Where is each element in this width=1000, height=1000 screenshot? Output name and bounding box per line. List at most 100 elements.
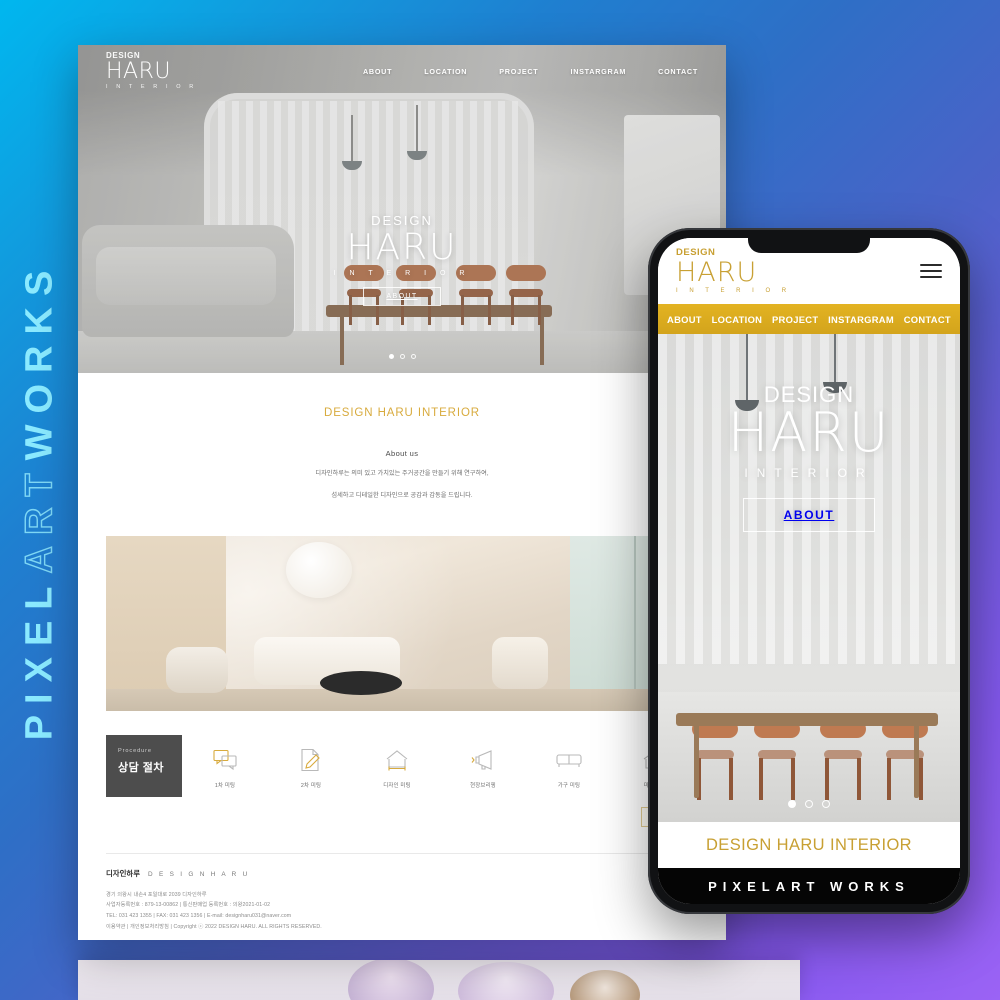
desktop-nav-links[interactable]: ABOUT LOCATION PROJECT INSTARGRAM CONTAC… [363,67,698,76]
about-showcase-image [106,535,698,711]
mobile-nav-item-instargram[interactable]: INSTARGRAM [828,314,894,325]
procedure-step-4-label: 현장브리핑 [470,782,496,789]
mobile-nav-item-location[interactable]: LOCATION [712,314,763,325]
mobile-gold-caption-text: DESIGN HARU INTERIOR [705,835,913,854]
mobile-carousel-dots[interactable] [658,800,960,808]
hero-about-button[interactable]: ABOUT [363,286,441,306]
mobile-table-leg-2 [914,724,919,798]
carousel-dot-2[interactable] [399,354,405,359]
desktop-hero-copy: DESIGN HARU I N T E R I O R ABOUT [78,213,726,306]
mobile-bottom-bar: PIXELART WORKS [658,868,960,904]
desktop-carousel-dots[interactable] [78,354,726,359]
phone-screen[interactable]: DESIGN HARU I N T E R I O R ABOUT LOCATI… [658,238,960,904]
mobile-dining-table [676,713,938,726]
mobile-navbar[interactable]: ABOUT LOCATION PROJECT INSTARGRAM CONTAC… [658,304,960,334]
desktop-about-section: DESIGN HARU INTERIOR About us 디자인하루는 의미 … [78,373,726,522]
carousel-dot-3[interactable] [410,354,416,359]
about-body-line2: 섬세하고 디테일한 디자인으로 공감과 감동을 드립니다. [331,491,473,499]
procedure-steps: 1차 미팅 2차 미팅 디자인 미팅 현장브리핑 가구 미팅 [182,735,698,797]
mobile-hero-interior: INTERIOR [744,466,874,480]
nav-item-contact[interactable]: CONTACT [658,67,698,76]
preview-object-3 [570,970,640,1000]
mobile-logo-line2: HARU [676,256,758,288]
mobile-nav-item-about[interactable]: ABOUT [667,314,702,325]
desktop-footer: 디자인하루 D E S I G N H A R U 경기 의왕시 내손4 포일대… [106,852,698,933]
showcase-paper-lantern [286,541,352,598]
hamburger-menu-icon[interactable] [920,264,942,278]
mobile-bottom-bar-text: PIXELART WORKS [708,878,910,894]
mobile-nav-item-project[interactable]: PROJECT [772,314,818,325]
about-body-line1: 디자인하루는 의미 있고 가치있는 주거공간을 만들기 위해 연구하여, [315,470,489,477]
procedure-step-2-label: 2차 미팅 [300,782,322,789]
footer-brand: 디자인하루 D E S I G N H A R U [106,868,698,879]
desktop-logo-line2: HARU [106,58,171,84]
hero-title-interior: I N T E R I O R [333,269,471,277]
speech-bubbles-icon [194,745,256,775]
showcase-armchair [166,646,228,693]
procedure-step-3-label: 디자인 미팅 [383,782,411,789]
desktop-logo-line3: I N T E R I O R [106,83,197,90]
footer-contact: TEL: 031 423 1355 | FAX: 031 423 1356 | … [106,912,292,919]
mobile-hero-copy: DESIGN HARU INTERIOR ABOUT [658,382,960,532]
desktop-logo[interactable]: DESIGN HARU I N T E R I O R [106,50,197,91]
desktop-hero-section: DESIGN HARU I N T E R I O R ABOUT LOCATI… [78,45,726,373]
secondary-page-preview[interactable] [78,960,800,1000]
mobile-carousel-dot-3[interactable] [822,800,830,808]
footer-business: 사업자등록번호 : 879-13-00862 | 통신판매업 등록번호 : 의왕… [106,902,271,909]
mobile-logo[interactable]: DESIGN HARU I N T E R I O R [676,248,791,294]
showcase-side-chair [492,636,548,689]
procedure-step-1-label: 1차 미팅 [214,782,236,789]
brand-strip-text: PIXEL ART WORKS [17,259,61,741]
procedure-step-2[interactable]: 2차 미팅 [280,745,342,797]
about-headline: DESIGN HARU INTERIOR [323,407,480,419]
hero-title-haru: HARU [346,227,458,268]
nav-item-about[interactable]: ABOUT [363,67,392,76]
preview-object-1 [348,960,434,1000]
procedure-step-1[interactable]: 1차 미팅 [194,745,256,797]
brand-strip-art: ART [17,462,61,575]
procedure-step-5-label: 가구 미팅 [557,782,581,789]
mobile-nav-item-contact[interactable]: CONTACT [904,314,951,325]
desktop-website-mockup[interactable]: DESIGN HARU I N T E R I O R ABOUT LOCATI… [78,45,726,940]
procedure-title-en: Procedure [118,747,152,754]
megaphone-icon [452,745,514,775]
mobile-hero-section: DESIGN HARU INTERIOR ABOUT [658,334,960,822]
nav-item-location[interactable]: LOCATION [424,67,467,76]
house-measure-icon [366,745,428,775]
hero-title-design: DESIGN [371,213,433,228]
preview-object-2 [458,962,554,1000]
desktop-navbar[interactable]: DESIGN HARU I N T E R I O R ABOUT LOCATI… [78,45,726,97]
procedure-title-kr: 상담 절차 [118,761,165,774]
brand-strip-works: WORKS [18,259,61,461]
document-pen-icon [280,745,342,775]
mobile-hero-haru: HARU [727,401,891,464]
mobile-phone-mockup[interactable]: DESIGN HARU I N T E R I O R ABOUT LOCATI… [648,228,970,914]
procedure-step-3[interactable]: 디자인 미팅 [366,745,428,797]
quote-button-row: ◔ 견적 의뢰 [106,806,698,827]
carousel-dot-1[interactable] [388,354,394,359]
footer-info-lines: 경기 의왕시 내손4 포일대로 2039 디자인하루 사업자등록번호 : 879… [106,890,698,933]
footer-legal: 이용약관 | 개인정보처리방침 | Copyright ⓒ 2022 DESIG… [106,923,322,930]
footer-brand-kr: 디자인하루 [106,868,140,878]
about-subhead: About us [385,449,419,458]
procedure-step-4[interactable]: 현장브리핑 [452,745,514,797]
mockup-stage: PIXEL ART WORKS DESIGN HARU I N T E R I … [0,0,1000,1000]
mobile-table-leg-1 [694,724,699,798]
nav-item-instargram[interactable]: INSTARGRAM [570,67,626,76]
showcase-coffee-table [320,670,402,695]
procedure-step-5[interactable]: 가구 미팅 [538,745,600,797]
phone-notch [748,238,870,253]
footer-brand-en: D E S I G N H A R U [148,870,250,878]
mobile-carousel-dot-1[interactable] [788,800,796,808]
footer-address: 경기 의왕시 내손4 포일대로 2039 디자인하루 [106,891,207,898]
mobile-carousel-dot-2[interactable] [805,800,813,808]
mobile-hero-about-button[interactable]: ABOUT [742,498,876,532]
nav-item-project[interactable]: PROJECT [499,67,538,76]
sofa-icon [538,745,600,775]
brand-strip-pixel: PIXEL [18,575,61,741]
mobile-pendant-lamp-2 [823,334,847,393]
brand-strip: PIXEL ART WORKS [0,0,78,1000]
procedure-title-box: Procedure 상담 절차 [106,734,182,797]
procedure-section: Procedure 상담 절차 1차 미팅 2차 미팅 디자인 미팅 현장브리핑… [106,734,698,797]
desktop-logo-line1: DESIGN [106,50,141,60]
